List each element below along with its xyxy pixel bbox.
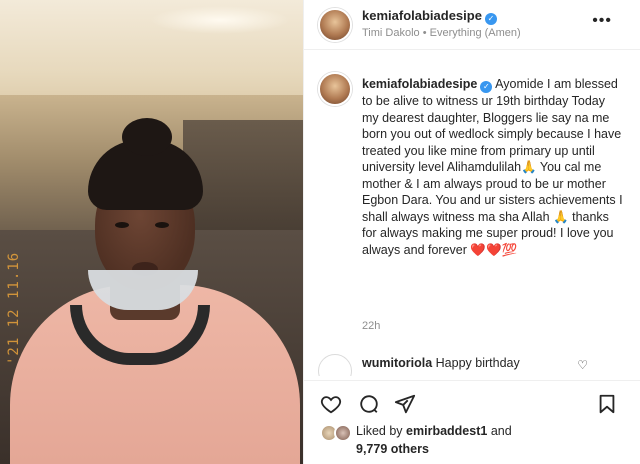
verified-badge-icon: ✓ — [484, 13, 497, 25]
likes-summary: Liked by emirbaddest1 and 9,779 others — [304, 418, 640, 464]
comment-text: wumitoriola Happy birthday — [362, 356, 520, 370]
photo-eye-left — [115, 222, 129, 228]
post-side-panel: kemiafolabiadesipe ✓ Timi Dakolo • Everyt… — [303, 0, 640, 464]
liked-by-user[interactable]: emirbaddest1 — [406, 424, 487, 438]
comment-icon[interactable] — [356, 391, 382, 417]
caption-username[interactable]: kemiafolabiadesipe — [362, 77, 477, 91]
heart-icon[interactable] — [318, 391, 344, 417]
comment-body: Happy birthday — [435, 356, 520, 370]
comment-row: wumitoriola Happy birthday ♡ — [304, 352, 640, 376]
more-options-icon[interactable]: ••• — [592, 12, 612, 30]
post-container: '21 12 11.16 kemiafolabiadesipe ✓ Timi Da… — [0, 0, 640, 464]
author-username[interactable]: kemiafolabiadesipe ✓ — [362, 8, 497, 25]
likes-others-count[interactable]: 9,779 others — [356, 442, 429, 456]
author-avatar[interactable] — [318, 8, 352, 42]
comment-heart-outline-icon[interactable]: ♡ — [577, 358, 588, 372]
share-icon[interactable] — [392, 391, 418, 417]
liker-avatar-2[interactable] — [334, 424, 352, 442]
audio-track-label[interactable]: Timi Dakolo • Everything (Amen) — [362, 27, 521, 39]
post-header: kemiafolabiadesipe ✓ Timi Dakolo • Everyt… — [304, 0, 640, 50]
caption-text-block: kemiafolabiadesipe ✓ Ayomide I am blessed… — [362, 76, 624, 258]
liked-by-and: and — [490, 424, 512, 438]
caption-verified-badge-icon: ✓ — [480, 81, 493, 93]
photo-date-stamp: '21 12 11.16 — [6, 251, 22, 365]
post-caption: kemiafolabiadesipe ✓ Ayomide I am blessed… — [304, 52, 640, 352]
photo-ceiling-light — [150, 6, 290, 34]
commenter-avatar[interactable] — [318, 354, 352, 376]
author-username-text[interactable]: kemiafolabiadesipe — [362, 8, 482, 23]
caption-timestamp[interactable]: 22h — [362, 320, 380, 332]
caption-author-avatar[interactable] — [318, 72, 352, 106]
caption-body: Ayomide I am blessed to be alive to witn… — [362, 77, 623, 257]
bookmark-icon[interactable] — [594, 391, 620, 417]
photo-eye-right — [155, 222, 169, 228]
photo-hair-bun — [122, 118, 172, 156]
liked-by-prefix: Liked by — [356, 424, 403, 438]
commenter-username[interactable]: wumitoriola — [362, 356, 432, 370]
liked-by-line: Liked by emirbaddest1 and — [356, 424, 512, 438]
post-photo[interactable]: '21 12 11.16 — [0, 0, 303, 464]
